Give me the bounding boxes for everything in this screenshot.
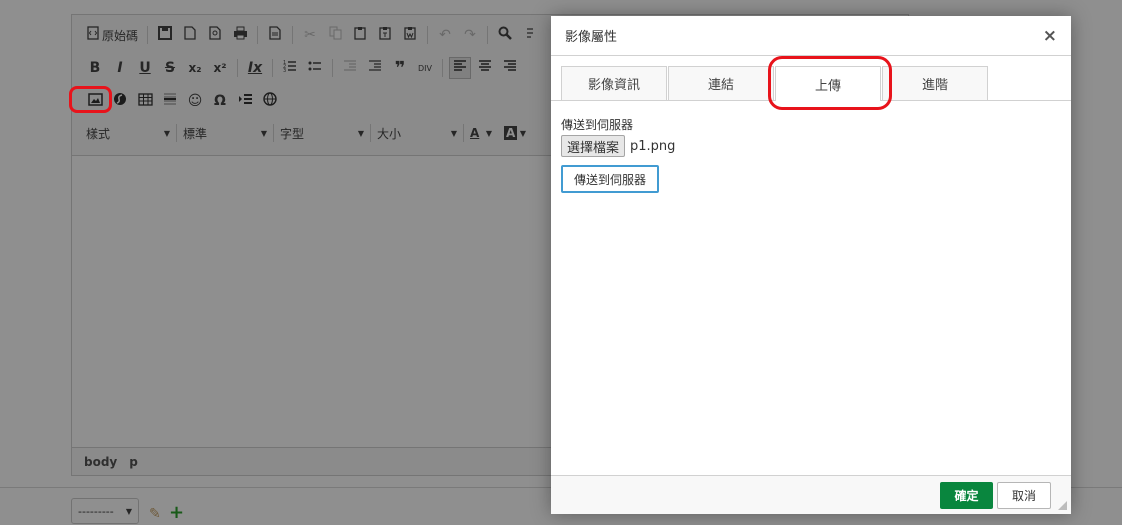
file-input: 選擇檔案 p1.png: [561, 135, 675, 157]
selected-file-name: p1.png: [630, 138, 676, 154]
resize-handle[interactable]: [1058, 501, 1067, 510]
tab-image-info[interactable]: 影像資訊: [561, 66, 667, 100]
dialog-footer: 確定 取消: [551, 475, 1071, 514]
tab-advanced[interactable]: 進階: [882, 66, 988, 100]
choose-file-button[interactable]: 選擇檔案: [561, 135, 626, 157]
close-icon[interactable]: ×: [1043, 26, 1057, 46]
highlight-upload-tab: [768, 56, 892, 110]
dialog-title-bar[interactable]: 影像屬性 ×: [551, 16, 1071, 56]
cancel-button[interactable]: 取消: [997, 482, 1051, 509]
upload-label: 傳送到伺服器: [561, 118, 634, 132]
tab-link[interactable]: 連結: [668, 66, 774, 100]
send-to-server-button[interactable]: 傳送到伺服器: [561, 165, 659, 193]
dialog-title: 影像屬性: [565, 30, 618, 45]
ok-button[interactable]: 確定: [940, 482, 993, 509]
upload-panel: 傳送到伺服器 選擇檔案 p1.png 傳送到伺服器: [561, 116, 675, 193]
highlight-image-button: [69, 86, 112, 113]
